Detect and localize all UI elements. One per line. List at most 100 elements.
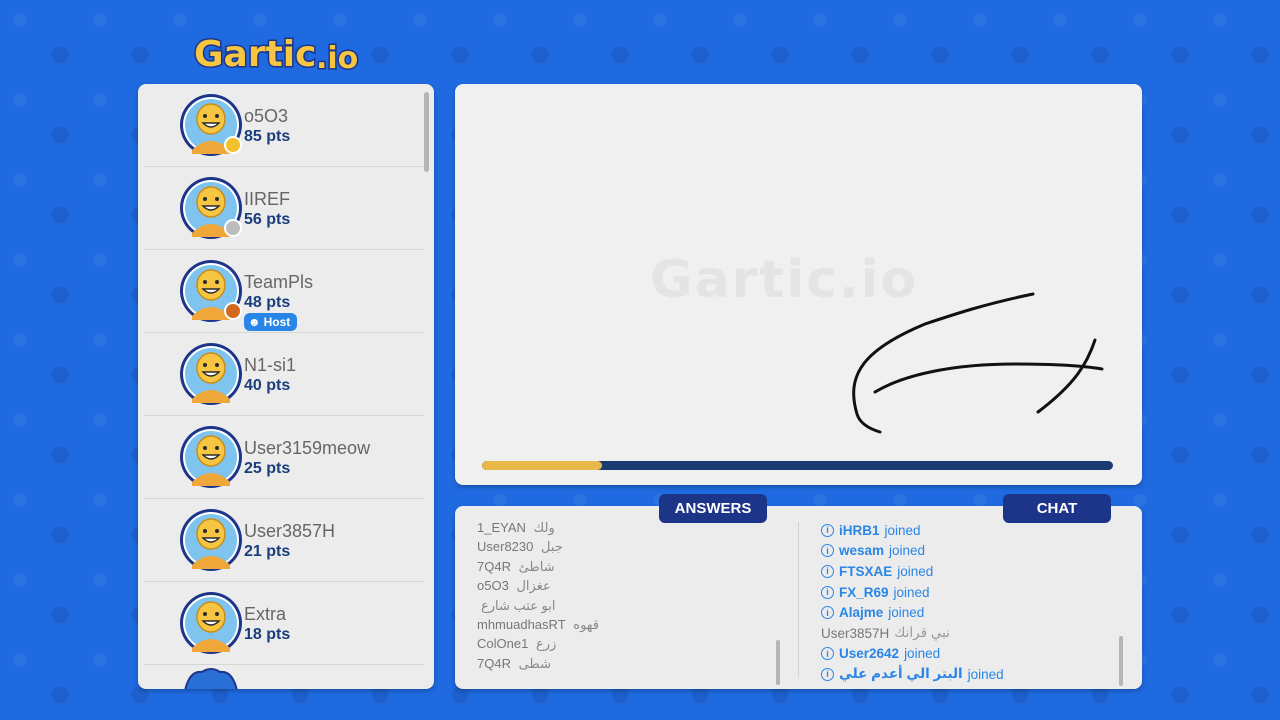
host-icon: ☻ xyxy=(248,315,261,329)
rank-medal-icon xyxy=(224,302,242,320)
info-circle-icon: i xyxy=(821,585,834,599)
chat-message: i البتر الي أعدم علي joined xyxy=(821,664,1116,685)
answer-text: قهوه xyxy=(569,616,599,632)
chat-user: User2642 xyxy=(839,646,900,662)
chat-message: i FTSXAE joined xyxy=(821,561,1116,582)
avatar xyxy=(178,590,244,656)
rank-medal-icon xyxy=(224,219,242,237)
answer-user: mhmuadhasRT xyxy=(477,616,566,632)
answer-row: ColOne1 زرع xyxy=(477,636,777,655)
player-points: 40 pts xyxy=(244,377,291,394)
answers-scrollbar[interactable] xyxy=(776,640,780,685)
info-circle-icon: i xyxy=(821,667,834,681)
player-row[interactable]: User3159meow 25 pts xyxy=(144,416,424,499)
chat-text: joined xyxy=(893,584,930,600)
panel-divider xyxy=(798,522,799,677)
chat-user: wesam xyxy=(839,543,885,559)
answer-user: 7Q4R xyxy=(477,655,511,671)
chat-user: User3857H xyxy=(821,625,890,641)
answer-user: User8230 xyxy=(477,539,534,555)
answer-text: ولك xyxy=(529,520,555,535)
players-panel: o5O3 85 pts IIREF 56 pts TeamPls 48 pts ☻ Hos… xyxy=(138,84,434,689)
player-points: 85 pts xyxy=(244,128,291,145)
answer-text: شطى xyxy=(514,655,551,671)
player-points: 18 pts xyxy=(244,626,291,643)
player-name: N1-si1 xyxy=(244,355,297,375)
answer-row: User8230 جبل xyxy=(477,539,777,558)
chat-message: i wesam joined xyxy=(821,541,1116,562)
player-name: IIREF xyxy=(244,189,291,209)
svg-text:.io: .io xyxy=(316,41,358,76)
chat-text: نبي قرانك xyxy=(894,625,950,641)
avatar xyxy=(178,341,244,407)
answer-text: عغزال xyxy=(512,578,551,594)
answer-user: o5O3 xyxy=(477,578,509,594)
info-circle-icon: i xyxy=(821,647,834,661)
chat-user: FX_R69 xyxy=(839,584,889,600)
chat-text: joined xyxy=(889,543,926,559)
players-scrollbar[interactable] xyxy=(424,92,429,172)
player-name: User3159meow xyxy=(244,438,371,458)
chat-user: البتر الي أعدم علي xyxy=(839,666,963,682)
player-row[interactable]: IIREF 56 pts xyxy=(144,167,424,250)
host-badge: ☻ Host xyxy=(244,313,298,331)
info-circle-icon: i xyxy=(821,564,834,578)
chat-text: joined xyxy=(967,666,1004,682)
chat-text: joined xyxy=(897,563,934,579)
rank-medal-icon xyxy=(224,136,242,154)
chat-text: joined xyxy=(884,522,921,538)
player-row[interactable]: TeamPls 48 pts ☻ Host xyxy=(144,250,424,333)
host-label: Host xyxy=(263,315,291,329)
chat-user: FTSXAE xyxy=(839,563,893,579)
player-name: User3857H xyxy=(244,521,336,541)
chat-message: i FX_R69 joined xyxy=(821,582,1116,603)
chat-message: i iHRB1 joined xyxy=(821,520,1116,541)
svg-text:Gartic: Gartic xyxy=(194,34,316,75)
player-points: 48 pts xyxy=(244,294,291,311)
chat-user: iHRB1 xyxy=(839,522,880,538)
answer-text: ابو عتب شارع xyxy=(481,597,556,613)
info-circle-icon: i xyxy=(821,523,834,537)
answer-user: 1_EYAN xyxy=(477,520,526,535)
avatar xyxy=(178,507,244,573)
answers-list: 1_EYAN ولك User8230 جبل 7Q4R شاطئ o5O3 عغزا… xyxy=(477,512,777,687)
answer-row: 1_EYAN ولك xyxy=(477,520,777,539)
player-row[interactable]: User3857H 21 pts xyxy=(144,499,424,582)
chat-user: Alajme xyxy=(839,605,884,621)
answer-row: ابو عتب شارع xyxy=(477,598,777,617)
player-name: Extra xyxy=(244,604,287,624)
chat-text: joined xyxy=(888,605,925,621)
player-name: TeamPls xyxy=(244,272,314,292)
drawing-strokes xyxy=(852,292,1104,434)
answer-row: 7Q4R شطى xyxy=(477,656,777,675)
answer-text: جبل xyxy=(537,539,563,555)
answer-row: o5O3 عغزال xyxy=(477,578,777,597)
avatar xyxy=(178,424,244,490)
player-name: o5O3 xyxy=(244,106,289,126)
answer-row: 7Q4R شاطئ xyxy=(477,559,777,578)
chat-message: i User2642 joined xyxy=(821,644,1116,665)
gartic-logo: Gartic .io xyxy=(193,33,360,77)
player-points: 21 pts xyxy=(244,543,291,560)
player-points: 25 pts xyxy=(244,460,291,477)
player-row[interactable]: Extra 18 pts xyxy=(144,582,424,665)
player-points: 56 pts xyxy=(244,211,291,228)
answer-text: شاطئ xyxy=(514,558,555,574)
chat-text: joined xyxy=(904,646,941,662)
chat-list: i iHRB1 joined i wesam joined i FTSXAE joined i FX… xyxy=(821,520,1116,688)
player-row[interactable]: o5O3 85 pts xyxy=(144,84,424,167)
answer-user: 7Q4R xyxy=(477,558,511,574)
avatar xyxy=(178,666,244,689)
chat-message: i Alajme joined xyxy=(821,602,1116,623)
player-row[interactable]: N1-si1 40 pts xyxy=(144,333,424,416)
answer-user: ColOne1 xyxy=(477,636,529,652)
round-timer-fill xyxy=(482,461,602,470)
answer-text: زرع xyxy=(532,636,557,652)
round-timer-bar xyxy=(482,461,1113,470)
answer-row: mhmuadhasRT قهوه xyxy=(477,617,777,636)
info-circle-icon: i xyxy=(821,544,834,558)
tab-chat[interactable]: CHAT xyxy=(1003,494,1111,523)
info-circle-icon: i xyxy=(821,606,834,620)
chat-scrollbar[interactable] xyxy=(1119,636,1123,686)
chat-message: User3857H نبي قرانك xyxy=(821,623,1116,644)
